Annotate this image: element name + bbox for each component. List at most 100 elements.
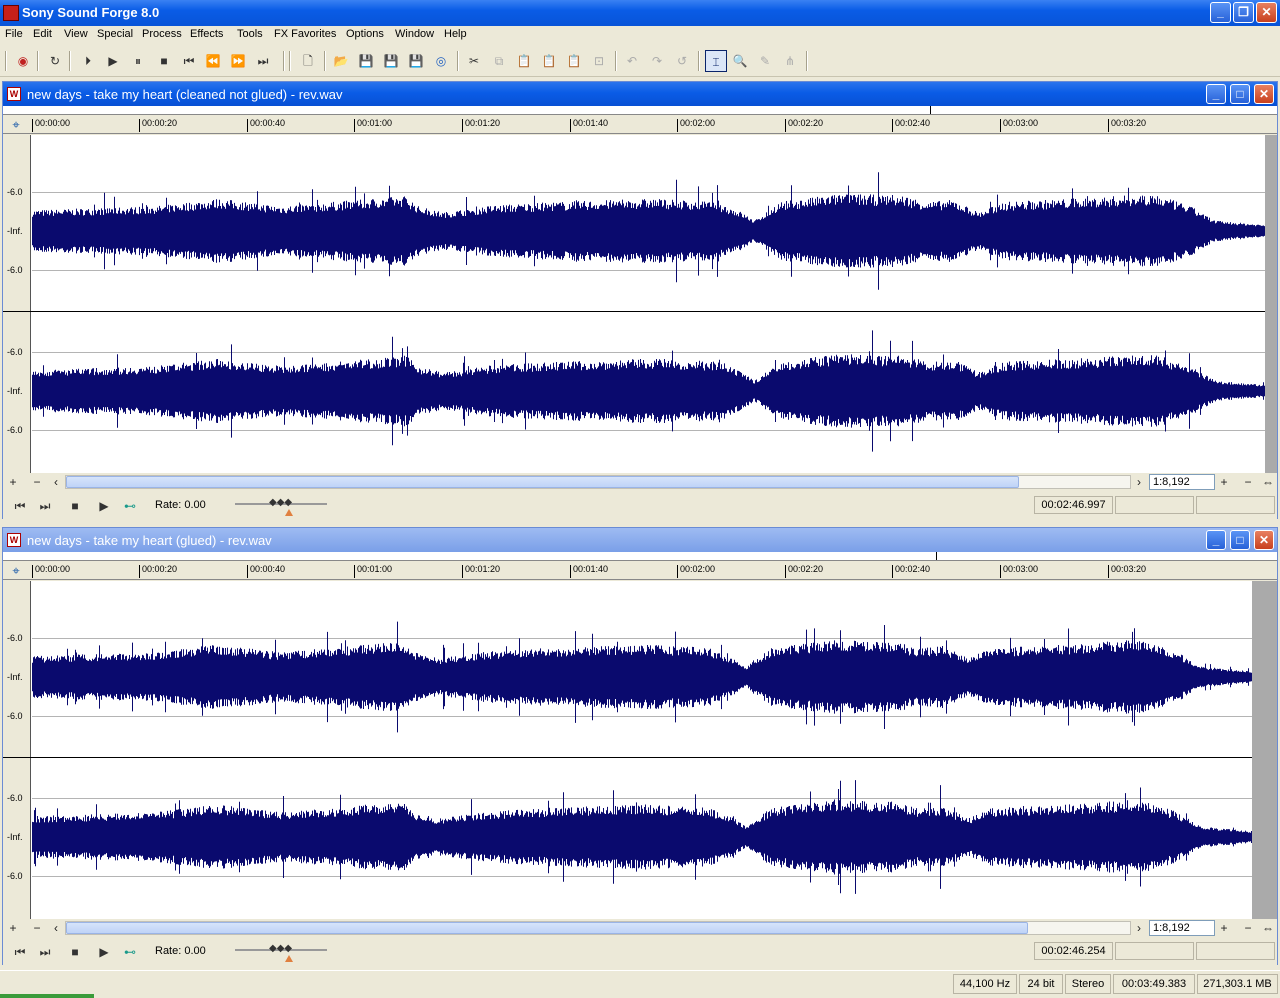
window-close-button[interactable]: ✕ bbox=[1254, 84, 1274, 104]
paste-icon[interactable]: 📋 bbox=[516, 53, 532, 69]
ruler-tool-icon[interactable]: ⌖ bbox=[7, 117, 25, 133]
waveform-display[interactable] bbox=[32, 135, 1277, 473]
rate-slider-thumb[interactable]: ◆◆◆ bbox=[269, 943, 292, 955]
go-to-start-icon[interactable]: ⏮ bbox=[181, 53, 197, 69]
rate-slider[interactable]: ◆◆◆ bbox=[235, 497, 327, 516]
channels-field[interactable]: Stereo bbox=[1065, 974, 1111, 994]
scroll-thumb[interactable] bbox=[66, 922, 1028, 934]
window-minimize-button[interactable]: _ bbox=[1206, 530, 1226, 550]
zoom-ratio-field[interactable]: 1:8,192 bbox=[1149, 474, 1215, 490]
zoom-in-button[interactable]: + bbox=[1216, 921, 1232, 935]
window-close-button[interactable]: ✕ bbox=[1254, 530, 1274, 550]
publish-icon[interactable]: ◎ bbox=[433, 53, 449, 69]
window-maximize-button[interactable]: □ bbox=[1230, 530, 1250, 550]
record-icon[interactable]: ◉ bbox=[15, 53, 31, 69]
envelope-tool-icon[interactable]: ⋔ bbox=[782, 53, 798, 69]
menu-edit[interactable]: Edit bbox=[33, 28, 52, 40]
overview-bar[interactable] bbox=[3, 552, 1277, 561]
db-label: -Inf. bbox=[7, 672, 23, 682]
cut-icon[interactable]: ✂ bbox=[466, 53, 482, 69]
play-normal-icon[interactable]: ▶ bbox=[95, 944, 113, 960]
go-to-end-icon[interactable]: ⏭ bbox=[36, 498, 54, 514]
rewind-icon[interactable]: ⏪ bbox=[205, 53, 221, 69]
go-to-start-icon[interactable]: ⏮ bbox=[11, 944, 29, 960]
go-to-end-icon[interactable]: ⏭ bbox=[36, 944, 54, 960]
waveform-display[interactable] bbox=[32, 581, 1277, 919]
zoom-out-level-button[interactable]: − bbox=[29, 921, 45, 935]
go-to-end-icon[interactable]: ⏭ bbox=[255, 53, 271, 69]
time-ruler[interactable]: ⌖ 00:00:00 00:00:20 00:00:40 00:01:00 00… bbox=[3, 116, 1277, 134]
menu-effects[interactable]: Effects bbox=[190, 28, 223, 40]
overview-bar[interactable] bbox=[3, 106, 1277, 115]
restore-button[interactable]: ❐ bbox=[1233, 2, 1254, 23]
close-button[interactable]: ✕ bbox=[1256, 2, 1277, 23]
rate-slider-thumb[interactable]: ◆◆◆ bbox=[269, 497, 292, 509]
zoom-out-button[interactable]: − bbox=[1240, 475, 1256, 489]
menu-file[interactable]: File bbox=[5, 28, 23, 40]
paste-new-icon[interactable]: 📋 bbox=[566, 53, 582, 69]
stop-icon[interactable]: ■ bbox=[156, 53, 172, 69]
menu-special[interactable]: Special bbox=[97, 28, 133, 40]
zoom-out-level-button[interactable]: − bbox=[29, 475, 45, 489]
play-icon[interactable]: ▶ bbox=[105, 53, 121, 69]
zoom-full-button[interactable]: ⇔ bbox=[1260, 921, 1276, 935]
open-icon[interactable]: 📂 bbox=[333, 53, 349, 69]
trim-icon[interactable]: ⊡ bbox=[591, 53, 607, 69]
menu-process[interactable]: Process bbox=[142, 28, 182, 40]
play-all-icon[interactable]: ⏵ bbox=[80, 53, 96, 69]
zoom-in-level-button[interactable]: + bbox=[5, 921, 21, 935]
scrub-icon[interactable]: ⊷ bbox=[121, 498, 139, 514]
play-normal-icon[interactable]: ▶ bbox=[95, 498, 113, 514]
stop-icon[interactable]: ■ bbox=[66, 498, 84, 514]
overview-view-region[interactable] bbox=[3, 552, 937, 560]
magnify-tool-icon[interactable]: 🔍 bbox=[732, 53, 748, 69]
scroll-thumb[interactable] bbox=[66, 476, 1019, 488]
undo-icon[interactable]: ↶ bbox=[624, 53, 640, 69]
scroll-left-button[interactable]: ‹ bbox=[48, 921, 64, 935]
redo-icon[interactable]: ↷ bbox=[649, 53, 665, 69]
stop-icon[interactable]: ■ bbox=[66, 944, 84, 960]
overview-view-region[interactable] bbox=[3, 106, 931, 114]
window-minimize-button[interactable]: _ bbox=[1206, 84, 1226, 104]
ruler-tick: 00:02:20 bbox=[785, 119, 823, 132]
pause-icon[interactable]: ⏸ bbox=[130, 53, 146, 69]
save-as-icon[interactable]: 💾 bbox=[383, 53, 399, 69]
zoom-in-level-button[interactable]: + bbox=[5, 475, 21, 489]
menu-window[interactable]: Window bbox=[395, 28, 434, 40]
zoom-ratio-field[interactable]: 1:8,192 bbox=[1149, 920, 1215, 936]
waveform-area[interactable]: -6.0 -Inf. -6.0 -6.0 -Inf. -6.0 bbox=[3, 135, 1277, 473]
zoom-in-button[interactable]: + bbox=[1216, 475, 1232, 489]
render-icon[interactable]: 💾 bbox=[408, 53, 424, 69]
minimize-button[interactable]: _ bbox=[1210, 2, 1231, 23]
edit-tool-icon[interactable]: ⌶ bbox=[705, 50, 727, 72]
scroll-left-button[interactable]: ‹ bbox=[48, 475, 64, 489]
scroll-right-button[interactable]: › bbox=[1131, 921, 1147, 935]
waveform-area[interactable]: -6.0 -Inf. -6.0 -6.0 -Inf. -6.0 bbox=[3, 581, 1277, 919]
copy-icon[interactable]: ⧉ bbox=[491, 53, 507, 69]
menu-view[interactable]: View bbox=[64, 28, 88, 40]
zoom-out-button[interactable]: − bbox=[1240, 921, 1256, 935]
ruler-tool-icon[interactable]: ⌖ bbox=[7, 563, 25, 579]
scrub-icon[interactable]: ⊷ bbox=[121, 944, 139, 960]
pencil-tool-icon[interactable]: ✎ bbox=[757, 53, 773, 69]
menu-fx-favorites[interactable]: FX Favorites bbox=[274, 28, 336, 40]
go-to-start-icon[interactable]: ⏮ bbox=[11, 498, 29, 514]
repeat-icon[interactable]: ↺ bbox=[674, 53, 690, 69]
sample-rate-field[interactable]: 44,100 Hz bbox=[953, 974, 1017, 994]
bit-depth-field[interactable]: 24 bit bbox=[1019, 974, 1063, 994]
scroll-right-button[interactable]: › bbox=[1131, 475, 1147, 489]
scroll-track[interactable] bbox=[65, 475, 1131, 489]
new-icon[interactable]: 🗋 bbox=[300, 53, 316, 69]
fast-forward-icon[interactable]: ⏩ bbox=[230, 53, 246, 69]
zoom-full-button[interactable]: ⇔ bbox=[1260, 475, 1276, 489]
menu-options[interactable]: Options bbox=[346, 28, 384, 40]
menu-help[interactable]: Help bbox=[444, 28, 467, 40]
mix-icon[interactable]: 📋 bbox=[541, 53, 557, 69]
scroll-track[interactable] bbox=[65, 921, 1131, 935]
window-maximize-button[interactable]: □ bbox=[1230, 84, 1250, 104]
save-icon[interactable]: 💾 bbox=[358, 53, 374, 69]
menu-tools[interactable]: Tools bbox=[237, 28, 263, 40]
rate-slider[interactable]: ◆◆◆ bbox=[235, 943, 327, 962]
time-ruler[interactable]: ⌖ 00:00:00 00:00:20 00:00:40 00:01:00 00… bbox=[3, 562, 1277, 580]
loop-icon[interactable]: ↻ bbox=[47, 53, 63, 69]
